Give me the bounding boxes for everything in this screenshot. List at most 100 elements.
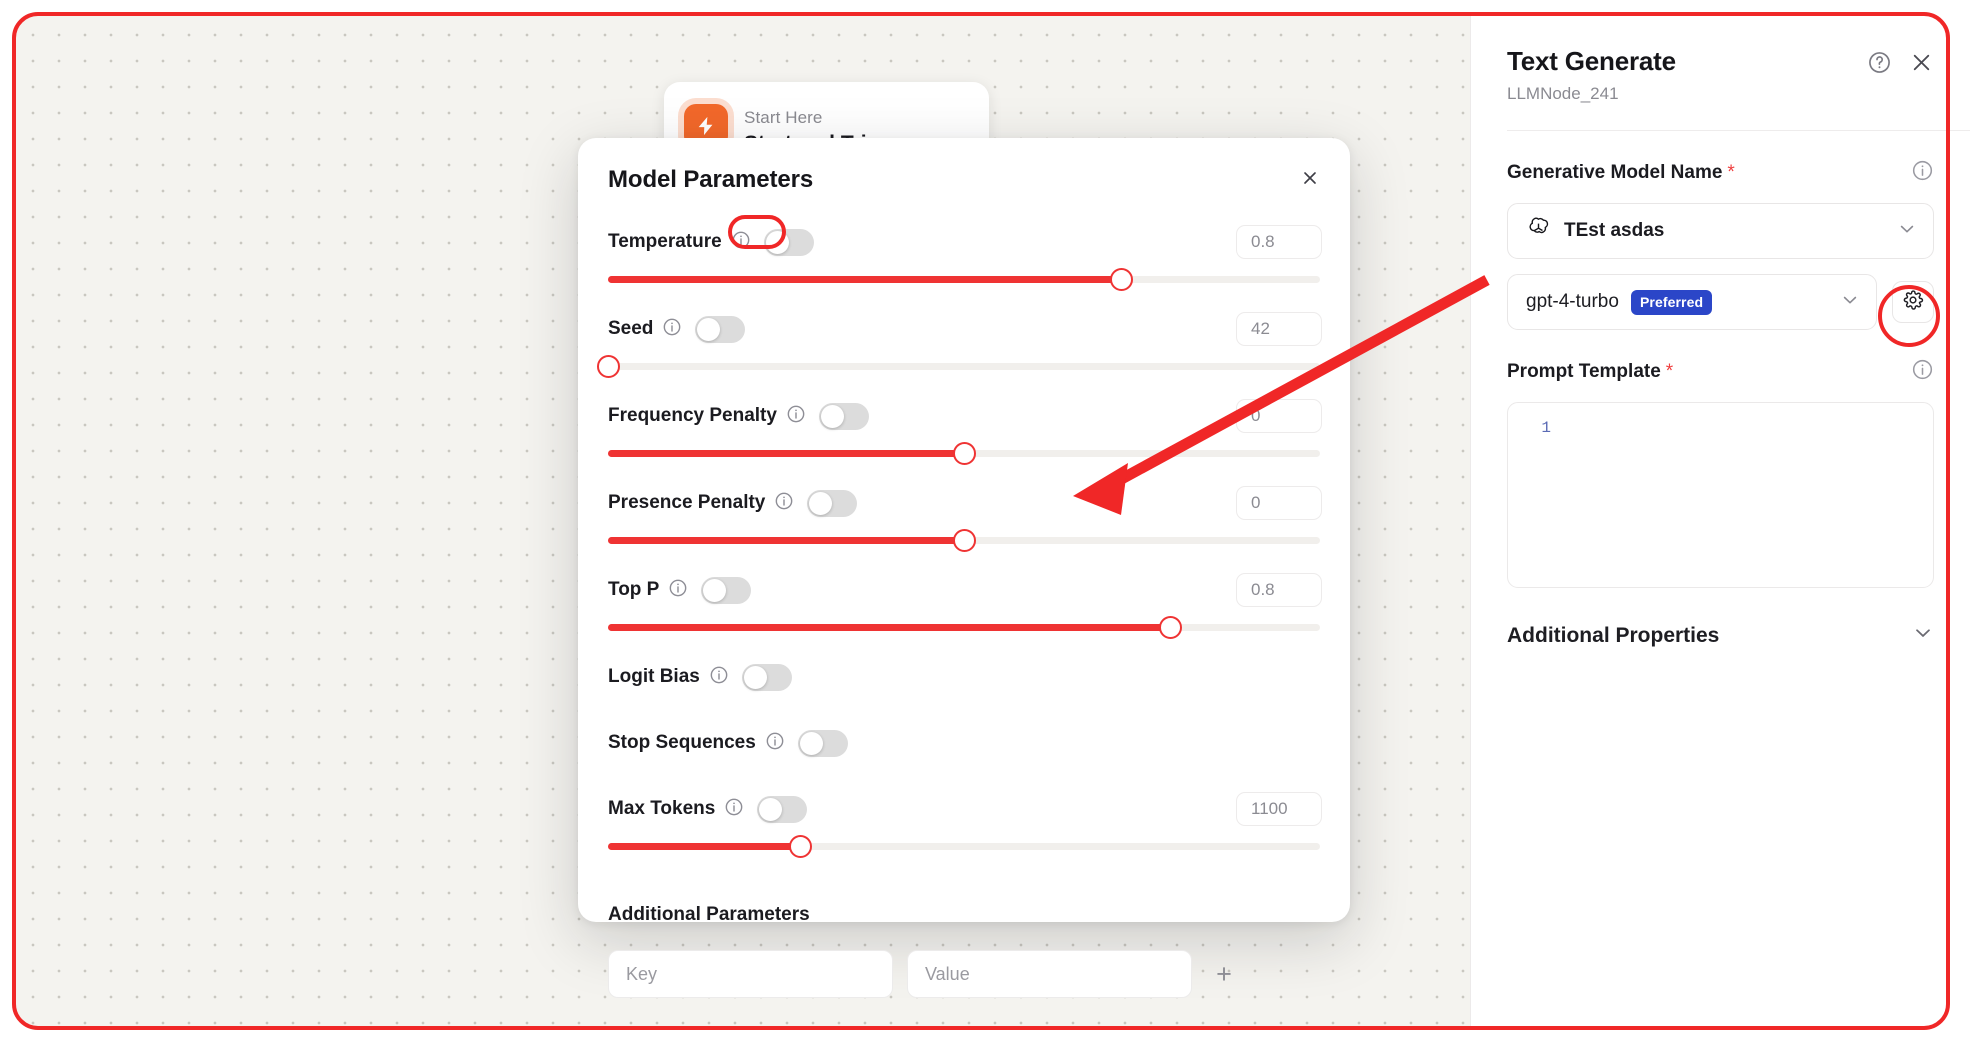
parameter-label: Frequency Penalty: [608, 405, 777, 426]
gear-icon: [1902, 289, 1924, 316]
parameter-slider[interactable]: [606, 527, 1322, 553]
help-circle-icon[interactable]: [1867, 50, 1892, 80]
info-icon[interactable]: [774, 491, 794, 516]
chevron-down-icon[interactable]: [1840, 290, 1860, 315]
info-icon[interactable]: [1911, 159, 1934, 187]
parameter-label: Logit Bias: [608, 666, 700, 687]
parameter-toggle[interactable]: [701, 576, 752, 604]
app-root: Start Here Start and Trigger Text Genera…: [0, 0, 1982, 1043]
plus-icon[interactable]: +: [1206, 956, 1242, 992]
parameter-label: Top P: [608, 579, 660, 600]
chevron-down-icon[interactable]: [1897, 219, 1917, 244]
slider-track[interactable]: [608, 363, 1320, 370]
parameter-label: Seed: [608, 318, 654, 339]
generative-model-name-select[interactable]: TEst asdas: [1507, 203, 1934, 259]
parameter-slider[interactable]: [606, 440, 1322, 466]
parameter-presence-penalty: Presence Penalty 0: [606, 483, 1322, 570]
toggle-knob: [759, 797, 783, 821]
additional-parameters-title: Additional Parameters: [608, 904, 810, 925]
panel-header-text: Text Generate LLMNode_241: [1507, 46, 1676, 104]
panel-header-actions: [1867, 46, 1934, 80]
info-icon[interactable]: [662, 317, 682, 342]
required-marker: *: [1665, 361, 1674, 382]
parameter-value-input[interactable]: 1100: [1236, 792, 1322, 826]
parameter-row: Frequency Penalty 0: [606, 396, 1322, 436]
slider-thumb[interactable]: [597, 355, 620, 378]
status-badge: Preferred: [1630, 289, 1713, 315]
chevron-down-icon[interactable]: [1912, 622, 1934, 649]
parameter-slider[interactable]: [606, 266, 1322, 292]
toggle-knob: [743, 665, 767, 689]
close-icon[interactable]: [1298, 166, 1322, 195]
parameter-row: Seed 42: [606, 309, 1322, 349]
parameter-toggle[interactable]: [818, 402, 869, 430]
parameter-row: Max Tokens 1100: [606, 789, 1322, 829]
parameter-toggle[interactable]: [695, 315, 746, 343]
slider-thumb[interactable]: [789, 835, 813, 858]
slider-fill: [608, 276, 1121, 283]
parameter-value-input[interactable]: 42: [1236, 312, 1322, 346]
info-icon[interactable]: [1911, 358, 1934, 386]
model-select[interactable]: gpt-4-turbo Preferred: [1507, 274, 1877, 330]
slider-thumb[interactable]: [953, 442, 976, 465]
toggle-knob: [703, 578, 727, 602]
toggle-knob: [809, 491, 833, 515]
parameter-row: Stop Sequences: [606, 723, 1322, 763]
parameter-toggle[interactable]: [797, 729, 848, 757]
prompt-template-editor[interactable]: 1: [1507, 402, 1934, 588]
parameter-value-input[interactable]: 0.8: [1236, 225, 1322, 259]
parameter-value-input[interactable]: 0: [1236, 399, 1322, 433]
info-icon[interactable]: [731, 230, 751, 255]
value-input[interactable]: Value: [907, 950, 1192, 998]
info-icon[interactable]: [765, 731, 785, 756]
close-icon[interactable]: [1909, 50, 1934, 80]
info-icon[interactable]: [668, 578, 688, 603]
parameter-toggle[interactable]: [763, 228, 814, 256]
model-settings-button[interactable]: [1892, 281, 1934, 323]
parameter-value-input[interactable]: 0.8: [1236, 573, 1322, 607]
slider-thumb[interactable]: [1109, 268, 1133, 291]
parameter-label: Stop Sequences: [608, 732, 756, 753]
slider-fill: [608, 537, 964, 544]
code-line: 1: [1508, 419, 1933, 437]
parameter-toggle[interactable]: [757, 795, 808, 823]
additional-properties-section[interactable]: Additional Properties: [1507, 622, 1934, 649]
model-select-value: gpt-4-turbo: [1526, 291, 1619, 312]
slider-fill: [608, 450, 964, 457]
line-number: 1: [1541, 419, 1551, 437]
parameter-label: Presence Penalty: [608, 492, 766, 513]
info-icon[interactable]: [709, 665, 729, 690]
parameter-slider[interactable]: [597, 353, 1322, 379]
info-icon[interactable]: [724, 797, 744, 822]
key-input[interactable]: Key: [608, 950, 893, 998]
parameter-toggle[interactable]: [807, 489, 858, 517]
flow-node-subtitle: Start Here: [744, 108, 823, 127]
parameter-row: Presence Penalty 0: [606, 483, 1322, 523]
parameter-logit-bias: Logit Bias: [606, 657, 1322, 723]
slider-thumb[interactable]: [1159, 616, 1183, 639]
parameter-toggle[interactable]: [741, 663, 792, 691]
generative-model-name-label-group: Generative Model Name *: [1507, 162, 1735, 184]
generative-model-name-value: TEst asdas: [1564, 220, 1665, 241]
parameter-stop-sequences: Stop Sequences: [606, 723, 1322, 789]
parameter-value-input[interactable]: 0: [1236, 486, 1322, 520]
parameter-slider[interactable]: [606, 833, 1322, 859]
slider-fill: [608, 624, 1171, 631]
node-properties-panel: Text Generate LLMNode_241 Generative Mod…: [1470, 12, 1970, 1030]
parameter-row: Temperature 0.8: [606, 222, 1322, 262]
parameter-label: Temperature: [608, 231, 722, 252]
slider-thumb[interactable]: [953, 529, 976, 552]
parameter-slider[interactable]: [606, 614, 1322, 640]
info-icon[interactable]: [786, 404, 806, 429]
required-marker: *: [1727, 162, 1735, 183]
modal-title: Model Parameters: [608, 166, 814, 193]
panel-header: Text Generate LLMNode_241: [1507, 46, 1934, 104]
panel-subtitle: LLMNode_241: [1507, 84, 1619, 103]
